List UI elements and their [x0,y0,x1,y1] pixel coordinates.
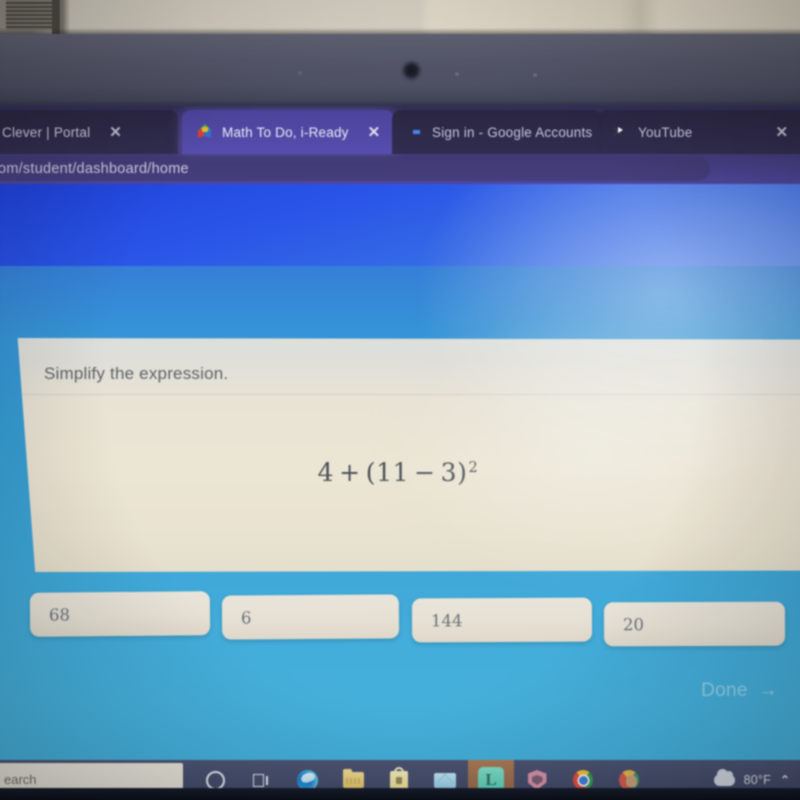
google-icon [406,124,423,141]
taskbar-search-value: earch [4,771,37,787]
address-bar-row: om/student/dashboard/home [0,154,800,184]
tab-close-icon[interactable]: ✕ [775,123,788,141]
arrow-right-icon: → [757,679,778,701]
answer-choice-label: 68 [48,604,71,625]
laptop-base-shadow [0,788,800,800]
laptop-screen-photo: Clever | Portal ✕ Math To Do, i-Ready ✕ [0,0,800,800]
answer-choice-6[interactable]: 6 [221,594,400,640]
weather-temperature[interactable]: 80°F [744,773,771,787]
answer-choice-68[interactable]: 68 [29,591,211,637]
tab-label: Sign in - Google Accounts [432,124,593,140]
answer-choice-list: 68 6 144 20 [0,184,800,800]
youtube-icon [612,124,629,141]
address-bar-value: om/student/dashboard/home [0,160,189,177]
browser-chrome: Clever | Portal ✕ Math To Do, i-Ready ✕ [0,106,800,184]
tab-close-icon[interactable]: ✕ [109,123,122,141]
browser-tab-clever-portal[interactable]: Clever | Portal ✕ [0,110,178,154]
tab-label: YouTube [638,124,693,140]
answer-choice-20[interactable]: 20 [603,601,786,647]
browser-tab-strip: Clever | Portal ✕ Math To Do, i-Ready ✕ [0,106,800,154]
iready-page: Simplify the expression. 4 + (11−3)2 68 6 … [0,184,800,800]
browser-tab-math-to-do-i-ready[interactable]: Math To Do, i-Ready ✕ [182,110,394,154]
browser-tab-youtube[interactable]: YouTube ✕ [598,110,800,154]
answer-choice-label: 20 [622,614,645,634]
answer-choice-label: 6 [240,607,252,627]
cloud-icon [713,769,735,786]
iready-cube-icon [196,123,213,141]
tab-label: Math To Do, i-Ready [222,124,349,140]
done-button-label: Done [701,679,748,701]
webcam-icon [403,62,420,79]
done-button[interactable]: Done → [701,679,778,702]
tab-close-icon[interactable]: ✕ [368,123,381,141]
answer-choice-144[interactable]: 144 [411,597,593,643]
browser-tab-google-sign-in[interactable]: Sign in - Google Accounts ✕ [392,110,624,154]
webcam-mic-hole [533,73,537,77]
laptop-bezel [0,34,800,108]
window-blind [6,0,52,30]
laptop-display: Clever | Portal ✕ Math To Do, i-Ready ✕ [0,106,800,800]
address-bar[interactable]: om/student/dashboard/home [0,156,710,181]
chevron-up-icon[interactable]: ⌃ [780,773,790,787]
webcam-led [455,72,459,76]
webcam-mic-hole [298,71,302,75]
answer-choice-label: 144 [430,610,463,630]
tab-label: Clever | Portal [2,124,91,140]
